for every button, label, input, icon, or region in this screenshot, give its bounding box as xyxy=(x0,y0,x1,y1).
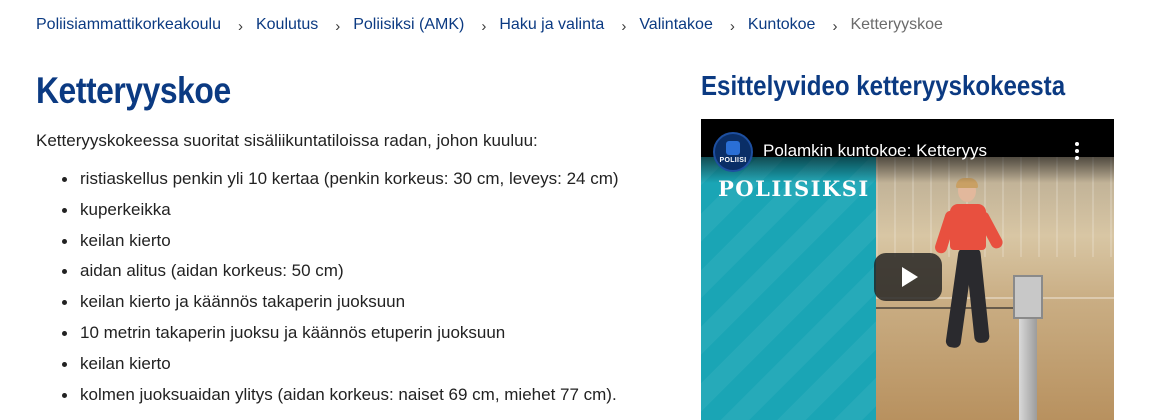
list-item-text: ristiaskellus penkin yli 10 kertaa (penk… xyxy=(80,169,619,188)
breadcrumb-separator: › xyxy=(335,17,341,35)
breadcrumb-link-koulutus[interactable]: Koulutus xyxy=(256,16,318,34)
bullet-icon xyxy=(62,238,67,244)
bullet-icon xyxy=(62,330,67,336)
list-item: aidan alitus (aidan korkeus: 50 cm) xyxy=(62,260,656,291)
list-item-text: keilan kierto xyxy=(80,353,171,373)
runner-leg xyxy=(965,247,990,344)
breadcrumb-separator: › xyxy=(237,17,243,35)
list-item-text: keilan kierto ja käännös takaperin juoks… xyxy=(80,292,406,312)
channel-logo-text: POLIISI xyxy=(719,156,747,164)
more-vert-icon[interactable] xyxy=(1071,139,1083,163)
video-player[interactable]: POLIISIKSI POLIISI Polamkin kuntokoe: Ke… xyxy=(701,119,1114,420)
breadcrumb-separator: › xyxy=(832,17,838,35)
page-title: Ketteryyskoe xyxy=(36,70,231,111)
breadcrumb-link-valintakoe[interactable]: Valintakoe xyxy=(639,16,713,34)
video-title[interactable]: Polamkin kuntokoe: Ketteryys xyxy=(763,141,987,161)
bullet-icon xyxy=(62,207,67,213)
runner-figure xyxy=(933,178,1006,360)
course-items-list: ristiaskellus penkin yli 10 kertaa (penk… xyxy=(62,168,656,415)
breadcrumb-link-haku-ja-valinta[interactable]: Haku ja valinta xyxy=(499,16,604,34)
breadcrumb: Poliisiammattikorkeakoulu › Koulutus › P… xyxy=(36,16,943,35)
breadcrumb-separator: › xyxy=(481,17,487,35)
list-item: ristiaskellus penkin yli 10 kertaa (penk… xyxy=(62,168,656,199)
list-item: 10 metrin takaperin juoksu ja käännös et… xyxy=(62,322,656,353)
play-button[interactable] xyxy=(874,253,942,301)
dot xyxy=(1075,156,1079,160)
breadcrumb-separator: › xyxy=(729,17,735,35)
list-item-text: kolmen juoksuaidan ylitys (aidan korkeus… xyxy=(80,384,617,404)
breadcrumb-link-kuntokoe[interactable]: Kuntokoe xyxy=(748,16,816,34)
list-item: kuperkeikka xyxy=(62,199,656,230)
bullet-icon xyxy=(62,392,67,398)
video-section-title: Esittelyvideo ketteryyskokeesta xyxy=(701,70,1066,101)
bullet-icon xyxy=(62,269,67,275)
breadcrumb-link-home[interactable]: Poliisiammattikorkeakoulu xyxy=(36,16,221,34)
list-item: keilan kierto ja käännös takaperin juoks… xyxy=(62,291,656,322)
breadcrumb-separator: › xyxy=(621,17,627,35)
dot xyxy=(1075,142,1079,146)
bullet-icon xyxy=(62,177,67,182)
dot xyxy=(1075,149,1079,153)
list-item-text: aidan alitus (aidan korkeus: 50 cm) xyxy=(80,261,344,281)
main-content: Ketteryyskoe Ketteryyskokeessa suoritat … xyxy=(36,66,656,414)
breadcrumb-link-poliisiksi[interactable]: Poliisiksi (AMK) xyxy=(353,16,464,34)
play-icon xyxy=(902,267,918,287)
video-sidebar: Esittelyvideo ketteryyskokeesta POLIISIK… xyxy=(701,66,1114,420)
list-item: keilan kierto xyxy=(62,230,656,261)
list-item-text: keilan kierto xyxy=(80,230,171,250)
hurdle-top xyxy=(1013,275,1043,319)
runner-torso xyxy=(950,204,986,250)
list-item: kolmen juoksuaidan ylitys (aidan korkeus… xyxy=(62,384,656,415)
bullet-icon xyxy=(62,300,67,306)
list-item-text: 10 metrin takaperin juoksu ja käännös et… xyxy=(80,322,506,342)
bullet-icon xyxy=(62,361,67,367)
list-item: keilan kierto xyxy=(62,353,656,384)
breadcrumb-current: Ketteryyskoe xyxy=(850,16,943,33)
intro-text: Ketteryyskokeessa suoritat sisäliikuntat… xyxy=(36,131,538,150)
channel-logo[interactable]: POLIISI xyxy=(713,132,753,172)
list-item-text: kuperkeikka xyxy=(80,199,171,219)
police-badge-icon xyxy=(726,140,740,155)
